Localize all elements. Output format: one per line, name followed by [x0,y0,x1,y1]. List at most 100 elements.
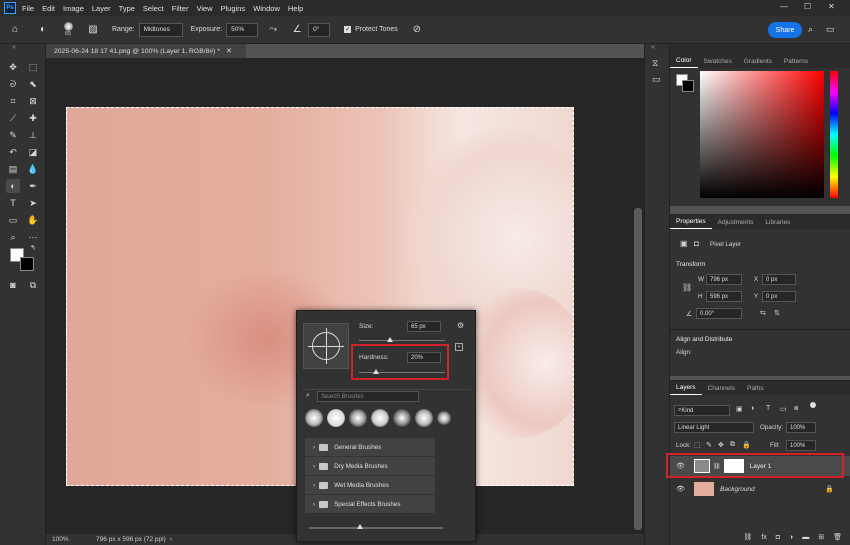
dodge-tool-preset-icon[interactable]: ◐ [36,23,50,37]
settings-gear-icon[interactable]: ⚙ [457,321,464,330]
menu-plugins[interactable]: Plugins [221,4,246,13]
size-slider[interactable] [359,340,445,341]
frame-tool-icon[interactable]: ⊠ [26,94,40,108]
protect-tones-checkbox[interactable]: ✓ [344,26,352,33]
home-icon[interactable]: ⌂ [8,23,22,37]
brush-tip-2[interactable] [327,409,345,427]
preview-size-slider[interactable] [309,527,443,529]
status-arrow-icon[interactable]: › [170,536,172,543]
pen-tool-icon[interactable]: ✒ [26,179,40,193]
document-tab[interactable]: 2025-06-24 18 17 41.png @ 100% (Layer 1,… [46,44,246,58]
tab-libraries[interactable]: Libraries [759,219,796,229]
visibility-eye-icon[interactable]: 👁 [676,485,690,493]
hand-tool-icon[interactable]: ✋ [26,213,40,227]
group-folder-icon[interactable]: ▬ [802,534,809,541]
menu-file[interactable]: File [22,4,34,13]
preview-size-thumb[interactable] [357,524,363,529]
filter-shape-icon[interactable]: ▭ [780,405,787,413]
lock-position-icon[interactable]: ✥ [718,441,724,449]
quick-mask-icon[interactable]: ◙ [6,278,20,292]
menu-type[interactable]: Type [119,4,135,13]
expand-panels-icon[interactable]: « [651,44,655,51]
airbrush-icon[interactable]: ⤳ [266,23,280,37]
y-input[interactable]: 0 px [762,291,796,302]
minimize-icon[interactable]: — [780,2,788,11]
history-panel-icon[interactable]: ⧖ [652,58,658,69]
size-slider-thumb[interactable] [386,337,393,342]
comments-panel-icon[interactable]: ▭ [652,74,661,85]
folder-special-effects-brushes[interactable]: › Special Effects Brushes [305,495,435,513]
new-layer-icon[interactable]: ⊞ [818,533,824,541]
maximize-icon[interactable]: ☐ [804,2,811,11]
menu-filter[interactable]: Filter [172,4,189,13]
brush-tip-1[interactable] [305,409,323,427]
lock-transparent-icon[interactable]: ⬚ [694,441,701,449]
eyedropper-icon[interactable]: ⟋ [6,111,20,125]
filter-pixel-icon[interactable]: ▣ [736,405,743,413]
width-input[interactable]: 796 px [706,274,742,285]
toolbar-collapse-icon[interactable]: » [12,44,16,51]
brush-tip-5[interactable] [393,409,411,427]
tab-swatches[interactable]: Swatches [698,58,738,68]
lasso-tool-icon[interactable]: ᘐ [6,77,20,91]
menu-window[interactable]: Window [253,4,280,13]
brush-tool-icon[interactable]: ✎ [6,128,20,142]
menu-edit[interactable]: Edit [42,4,55,13]
tab-paths[interactable]: Paths [741,385,770,395]
exposure-input[interactable]: 50% [226,22,259,37]
tab-color[interactable]: Color [670,57,698,68]
type-tool-icon[interactable]: T [6,196,20,210]
stamp-tool-icon[interactable]: ⊥ [26,128,40,142]
marquee-tool-icon[interactable]: ⬚ [26,60,40,74]
share-button[interactable]: Share [768,22,802,38]
scrollbar-thumb[interactable] [634,208,642,530]
healing-brush-icon[interactable]: ✚ [26,111,40,125]
align-distribute-heading[interactable]: Align and Distribute [676,336,732,343]
zoom-tool-icon[interactable]: ⌕ [6,230,20,244]
close-tab-icon[interactable]: ✕ [226,47,232,55]
more-tools-icon[interactable]: ⋯ [26,230,40,244]
workspace-icon[interactable]: ▭ [826,24,835,35]
menu-layer[interactable]: Layer [92,4,111,13]
fx-icon[interactable]: fx [761,534,766,541]
eraser-tool-icon[interactable]: ◪ [26,145,40,159]
new-preset-icon[interactable]: + [455,343,463,351]
tab-layers[interactable]: Layers [670,384,702,395]
search-brushes-input[interactable]: Search Brushes [317,391,419,402]
crop-tool-icon[interactable]: ⌗ [6,94,20,108]
x-input[interactable]: 0 px [762,274,796,285]
color-field[interactable] [700,71,824,198]
angle-input[interactable]: 0° [308,22,331,37]
brush-tip-7[interactable] [437,411,451,425]
flip-horizontal-icon[interactable]: ⇆ [760,309,766,317]
brush-preview[interactable]: 65 [60,22,76,37]
tab-gradients[interactable]: Gradients [738,58,778,68]
fill-input[interactable]: 100% [786,440,816,451]
gradient-tool-icon[interactable]: ▤ [6,162,20,176]
dodge-tool-icon[interactable]: ◐ [6,179,20,193]
tab-properties[interactable]: Properties [670,218,712,229]
adjustment-layer-icon[interactable]: ◑ [789,534,793,541]
blend-mode-select[interactable]: Linear Light [674,422,754,433]
height-input[interactable]: 596 px [706,291,742,302]
brush-tip-6[interactable] [415,409,433,427]
opacity-input[interactable]: 100% [786,422,816,433]
lock-artboard-icon[interactable]: ⧉ [730,441,735,449]
menu-select[interactable]: Select [143,4,164,13]
tab-adjustments[interactable]: Adjustments [712,219,760,229]
tab-patterns[interactable]: Patterns [778,58,814,68]
transform-heading[interactable]: Transform [676,261,705,268]
link-layers-icon[interactable]: ⛓ [743,533,752,541]
filter-smart-icon[interactable]: ⧈ [794,405,798,413]
range-select[interactable]: Midtones [138,22,183,37]
brush-tip-4[interactable] [371,409,389,427]
zoom-level[interactable]: 100% [52,536,96,543]
menu-help[interactable]: Help [288,4,303,13]
close-icon[interactable]: ✕ [828,2,835,11]
filter-adjust-icon[interactable]: ◑ [750,405,754,412]
folder-dry-media-brushes[interactable]: › Dry Media Brushes [305,457,435,475]
lock-pixels-icon[interactable]: ✎ [706,441,712,449]
add-mask-icon[interactable]: ◘ [776,534,780,541]
folder-general-brushes[interactable]: › General Brushes [305,438,435,456]
pressure-icon[interactable]: ⊘ [410,23,424,37]
